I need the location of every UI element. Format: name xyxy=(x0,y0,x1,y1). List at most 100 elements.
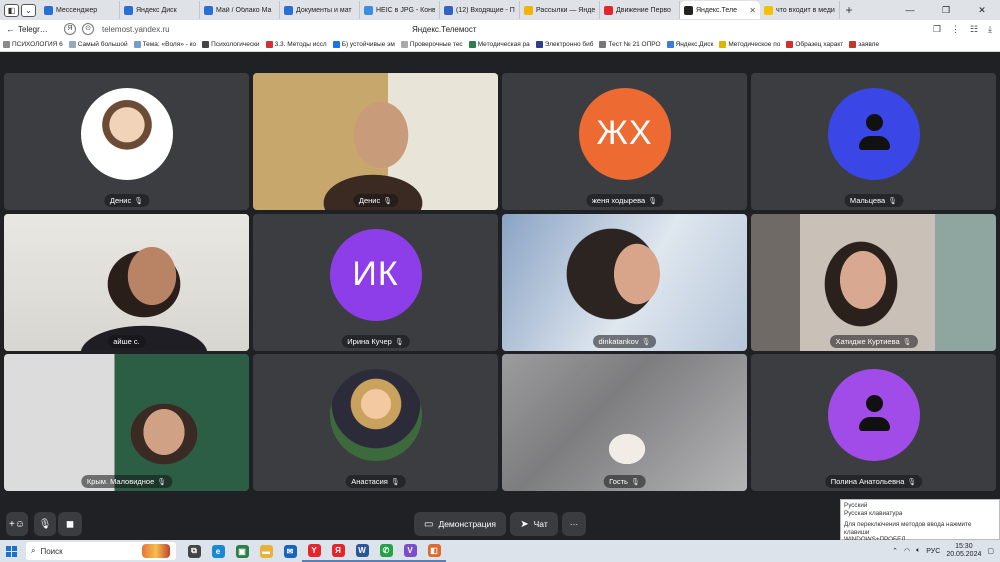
keyboard-language[interactable]: РУС xyxy=(926,548,940,555)
browser-tab[interactable]: Май / Облако Ма xyxy=(200,1,280,19)
bookmark-label: Проверочные тес xyxy=(409,41,463,48)
menu-dots-icon[interactable]: ⋮ xyxy=(951,24,960,35)
participant-tile[interactable]: Мальцева 🎙︎ xyxy=(751,73,996,210)
whatsapp-taskbar-button[interactable]: ✆ xyxy=(374,540,398,562)
word-taskbar-button[interactable]: W xyxy=(350,540,374,562)
mail-taskbar-button[interactable]: ✉ xyxy=(278,540,302,562)
start-button[interactable] xyxy=(0,540,22,562)
task-view-taskbar-button[interactable]: ⧉ xyxy=(182,540,206,562)
participant-tile[interactable]: ИК Ирина Кучер 🎙︎ xyxy=(253,214,498,351)
screen-share-label: Демонстрация xyxy=(438,519,497,529)
participant-name-pill: dinkatankov 🎙︎ xyxy=(592,335,657,348)
participant-tile[interactable]: айше с. xyxy=(4,214,249,351)
participant-tile[interactable]: Денис 🎙︎ xyxy=(253,73,498,210)
viber-taskbar-button[interactable]: V xyxy=(398,540,422,562)
bookmark-item[interactable]: Электронно биб xyxy=(533,41,597,48)
screen-share-button[interactable]: ▭ Демонстрация xyxy=(414,512,506,536)
participant-name-pill: Гость 🎙︎ xyxy=(603,475,646,488)
more-options-button[interactable]: ··· xyxy=(562,512,586,536)
participant-tile[interactable]: Гость 🎙︎ xyxy=(502,354,747,491)
browser-tab[interactable]: Яндекс.Теле ✕ xyxy=(680,1,760,19)
participant-tile[interactable]: Денис 🎙︎ xyxy=(4,73,249,210)
tab-favicon-icon xyxy=(204,5,213,15)
telemost-taskbar-button[interactable]: ◧ xyxy=(422,540,446,562)
clock[interactable]: 15:30 20.05.2024 xyxy=(946,543,981,559)
yandex-taskbar-button[interactable]: Я xyxy=(326,540,350,562)
microphone-toggle-button[interactable]: 🎙︎ xyxy=(34,512,56,536)
mic-off-icon: 🎙︎ xyxy=(394,338,404,346)
downloads-icon[interactable]: ⤓ xyxy=(988,24,992,35)
taskbar-search[interactable]: ⌕ Поиск xyxy=(26,542,176,560)
participant-name-pill: Ирина Кучер 🎙︎ xyxy=(341,335,410,348)
participant-name-pill: Денис 🎙︎ xyxy=(103,194,150,207)
bookmark-item[interactable]: Психологически xyxy=(199,41,262,48)
chat-label: Чат xyxy=(533,519,548,529)
edge-taskbar-button[interactable]: e xyxy=(206,540,230,562)
chat-button[interactable]: ➤ Чат xyxy=(510,512,558,536)
participant-photo xyxy=(80,87,173,180)
browser-tab[interactable]: (12) Входящие - П xyxy=(440,1,520,19)
page-title: Яндекс.Телемост xyxy=(412,24,477,34)
maximize-button[interactable]: ❐ xyxy=(928,5,964,16)
close-tab-icon[interactable]: ✕ xyxy=(749,6,756,15)
participant-tile[interactable]: ЖХ женя ходырева 🎙︎ xyxy=(502,73,747,210)
browser-tab[interactable]: Документы и мат xyxy=(280,1,360,19)
notifications-icon[interactable]: ▢ xyxy=(987,547,994,555)
yandex-account-icon[interactable]: Я xyxy=(64,23,76,35)
bookmark-icon[interactable]: ❐ xyxy=(933,24,941,35)
volume-icon[interactable]: 🔈︎ xyxy=(916,547,920,555)
url-field[interactable]: telemost.yandex.ru xyxy=(102,25,412,34)
tab-title: Май / Облако Ма xyxy=(216,6,272,14)
participant-default-avatar xyxy=(827,87,920,180)
bookmark-item[interactable]: Яндекс.Диск xyxy=(664,41,717,48)
explorer-taskbar-button[interactable]: ▬ xyxy=(254,540,278,562)
site-security-icon[interactable]: ⊙ xyxy=(82,23,94,35)
bookmark-item[interactable]: Тема: «Воля» - ко xyxy=(131,41,200,48)
participant-name: Денис xyxy=(109,196,132,205)
bookmark-item[interactable]: 3.3. Методы иссл xyxy=(263,41,330,48)
clock-date: 20.05.2024 xyxy=(946,551,982,558)
bookmark-item[interactable]: Тест № 21 ОПРО xyxy=(596,41,663,48)
bookmark-item[interactable]: заявле xyxy=(846,41,882,48)
browser-tab[interactable]: HEIC в JPG - Конв xyxy=(360,1,440,19)
bookmark-item[interactable]: Б) устойчивые эм xyxy=(330,41,398,48)
network-icon[interactable]: ◠ xyxy=(904,547,910,555)
participant-tile[interactable]: Хатидже Куртиева 🎙︎ xyxy=(751,214,996,351)
back-tab-label[interactable]: Telegr… xyxy=(18,25,58,34)
participant-tile[interactable]: Анастасия 🎙︎ xyxy=(253,354,498,491)
new-tab-button[interactable]: + xyxy=(840,3,858,17)
bookmark-item[interactable]: Образец характ xyxy=(783,41,846,48)
minimize-button[interactable]: — xyxy=(892,5,928,16)
bookmark-item[interactable]: ПСИХОЛОГИЯ 6 xyxy=(0,41,66,48)
bookmark-item[interactable]: Самый большой xyxy=(66,41,131,48)
tab-title: Рассылки — Янде xyxy=(536,6,595,14)
extensions-icon[interactable]: ☷ xyxy=(970,24,978,35)
search-icon: ⌕ xyxy=(31,546,36,555)
address-bar-actions: ❐ ⋮ ☷ ⤓ xyxy=(933,24,992,35)
participant-tile[interactable]: dinkatankov 🎙︎ xyxy=(502,214,747,351)
tab-menu[interactable]: ◧ ⌄ xyxy=(0,0,40,20)
store-taskbar-button[interactable]: ▣ xyxy=(230,540,254,562)
participant-tile[interactable]: Крым. Маловидное 🎙︎ xyxy=(4,354,249,491)
bookmark-item[interactable]: Методическое по xyxy=(716,41,783,48)
sidebar-toggle-icon[interactable]: ◧ xyxy=(4,3,19,17)
browser-tab[interactable]: Рассылки — Янде xyxy=(520,1,600,19)
browser-tab[interactable]: Яндекс Диск xyxy=(120,1,200,19)
browser-tab[interactable]: Мессенджер xyxy=(40,1,120,19)
browser-tab[interactable]: Движение Перво xyxy=(600,1,680,19)
bookmark-item[interactable]: Проверочные тес xyxy=(398,41,466,48)
close-window-button[interactable]: ✕ xyxy=(964,5,1000,16)
add-participant-button[interactable]: +☺ xyxy=(6,512,28,536)
participant-tile[interactable]: Полина Анатольевна 🎙︎ xyxy=(751,354,996,491)
tray-overflow-icon[interactable]: ⌃ xyxy=(892,547,898,555)
tab-list-icon[interactable]: ⌄ xyxy=(21,3,36,17)
windows-logo-icon xyxy=(5,545,17,557)
browser-tab[interactable]: что входит в меди xyxy=(760,1,840,19)
camera-toggle-button[interactable]: ◼ xyxy=(58,512,82,536)
bookmark-label: Самый большой xyxy=(77,41,128,48)
bookmark-favicon-icon xyxy=(719,41,727,48)
bookmark-item[interactable]: Методическая ра xyxy=(466,41,533,48)
back-arrow-icon[interactable]: ← xyxy=(6,24,15,34)
screen-share-icon: ▭ xyxy=(423,518,434,530)
yandex-browser-taskbar-button[interactable]: Y xyxy=(302,540,326,562)
